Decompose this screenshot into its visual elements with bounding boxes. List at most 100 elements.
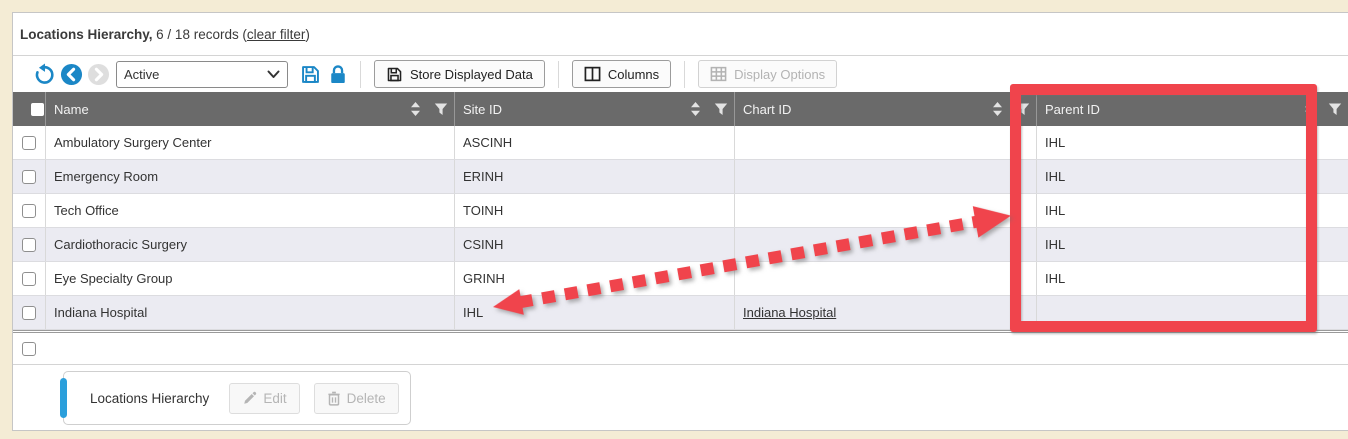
row-checkbox[interactable] [22,170,36,184]
cell-name: Emergency Room [45,160,454,193]
footer-area: Locations Hierarchy Edit Delete [13,365,1348,428]
chart-id-link[interactable]: Indiana Hospital [743,305,836,320]
column-header-name[interactable]: Name [45,92,454,126]
row-checkbox-cell [13,126,45,159]
cell-chart-id: Indiana Hospital [734,296,1036,329]
row-checkbox-cell [13,194,45,227]
cell-site-id: ASCINH [454,126,734,159]
chevron-down-icon [267,70,280,79]
sort-icon[interactable] [690,101,701,117]
row-checkbox[interactable] [22,204,36,218]
cell-name: Eye Specialty Group [45,262,454,295]
previous-icon[interactable] [60,63,83,86]
cell-parent-id: IHL [1036,228,1348,261]
row-checkbox-cell [13,160,45,193]
pencil-icon [242,391,257,406]
clear-filter-link[interactable]: clear filter [247,27,306,42]
filter-icon[interactable] [1016,102,1030,116]
cell-chart-id [734,194,1036,227]
cell-parent-id: IHL [1036,194,1348,227]
column-header-parent-id[interactable]: Parent ID [1036,92,1348,126]
cell-site-id: IHL [454,296,734,329]
table-grid-icon [710,66,727,82]
save-icon[interactable] [300,64,321,85]
view-filter-select[interactable]: Active [116,61,288,88]
cell-name: Ambulatory Surgery Center [45,126,454,159]
cell-chart-id [734,228,1036,261]
empty-row [13,333,1348,365]
record-count: 6 / 18 records [156,27,239,42]
table-row[interactable]: Cardiothoracic Surgery CSINH IHL [13,228,1348,262]
page: { "header": { "title": "Locations Hierar… [0,0,1348,439]
trash-icon [327,391,341,406]
row-checkbox-cell [13,228,45,261]
blue-accent-bar [60,378,67,418]
columns-label: Columns [608,67,659,82]
row-checkbox-cell [13,296,45,329]
toolbar-separator [558,61,559,88]
toolbar-separator [360,61,361,88]
undo-icon[interactable] [33,63,56,86]
view-filter-value: Active [124,67,267,82]
table-body: Ambulatory Surgery Center ASCINH IHL Eme… [13,126,1348,330]
cell-chart-id [734,262,1036,295]
paren-close: ) [305,27,310,42]
table-row[interactable]: Tech Office TOINH IHL [13,194,1348,228]
cell-chart-id [734,160,1036,193]
cell-parent-id: IHL [1036,262,1348,295]
cell-site-id: GRINH [454,262,734,295]
cell-site-id: ERINH [454,160,734,193]
sort-icon[interactable] [992,101,1003,117]
cell-parent-id [1036,296,1348,329]
row-checkbox-cell [13,262,45,295]
delete-button[interactable]: Delete [314,383,399,414]
display-options-label: Display Options [734,67,825,82]
filter-icon[interactable] [434,102,448,116]
table-row[interactable]: Emergency Room ERINH IHL [13,160,1348,194]
cell-chart-id [734,126,1036,159]
row-checkbox[interactable] [22,342,36,356]
locations-hierarchy-panel: Locations Hierarchy, 6 / 18 records (cle… [12,12,1348,431]
cell-site-id: CSINH [454,228,734,261]
table-row[interactable]: Ambulatory Surgery Center ASCINH IHL [13,126,1348,160]
table-header: Name Site ID Chart ID Parent ID [13,92,1348,126]
row-checkbox[interactable] [22,272,36,286]
table-row[interactable]: Eye Specialty Group GRINH IHL [13,262,1348,296]
columns-icon [584,66,601,82]
next-icon[interactable] [87,63,110,86]
delete-label: Delete [347,391,386,406]
row-checkbox[interactable] [22,238,36,252]
filter-icon[interactable] [714,102,728,116]
page-title: Locations Hierarchy, [20,27,153,42]
column-label: Parent ID [1045,102,1100,117]
sort-icon[interactable] [410,101,421,117]
display-options-button[interactable]: Display Options [698,60,837,88]
column-header-chart-id[interactable]: Chart ID [734,92,1036,126]
store-displayed-data-label: Store Displayed Data [410,67,533,82]
cell-name: Indiana Hospital [45,296,454,329]
store-displayed-data-button[interactable]: Store Displayed Data [374,60,545,88]
footer-panel-label: Locations Hierarchy [90,391,209,406]
title-bar: Locations Hierarchy, 6 / 18 records (cle… [13,13,1348,56]
toolbar-separator [684,61,685,88]
edit-label: Edit [263,391,286,406]
column-label: Name [54,102,89,117]
column-label: Chart ID [743,102,791,117]
lock-icon[interactable] [329,64,347,85]
cell-name: Cardiothoracic Surgery [45,228,454,261]
header-select-all-cell [13,92,45,126]
row-checkbox[interactable] [22,136,36,150]
columns-button[interactable]: Columns [572,60,671,88]
edit-button[interactable]: Edit [229,383,299,414]
cell-parent-id: IHL [1036,160,1348,193]
column-label: Site ID [463,102,502,117]
footer-action-panel: Locations Hierarchy Edit Delete [63,371,411,425]
table-row[interactable]: Indiana Hospital IHL Indiana Hospital [13,296,1348,330]
select-all-checkbox[interactable] [31,103,44,116]
floppy-icon [386,66,403,83]
row-checkbox[interactable] [22,306,36,320]
filter-icon[interactable] [1328,102,1342,116]
column-header-site-id[interactable]: Site ID [454,92,734,126]
sort-icon[interactable] [1304,101,1315,117]
cell-site-id: TOINH [454,194,734,227]
